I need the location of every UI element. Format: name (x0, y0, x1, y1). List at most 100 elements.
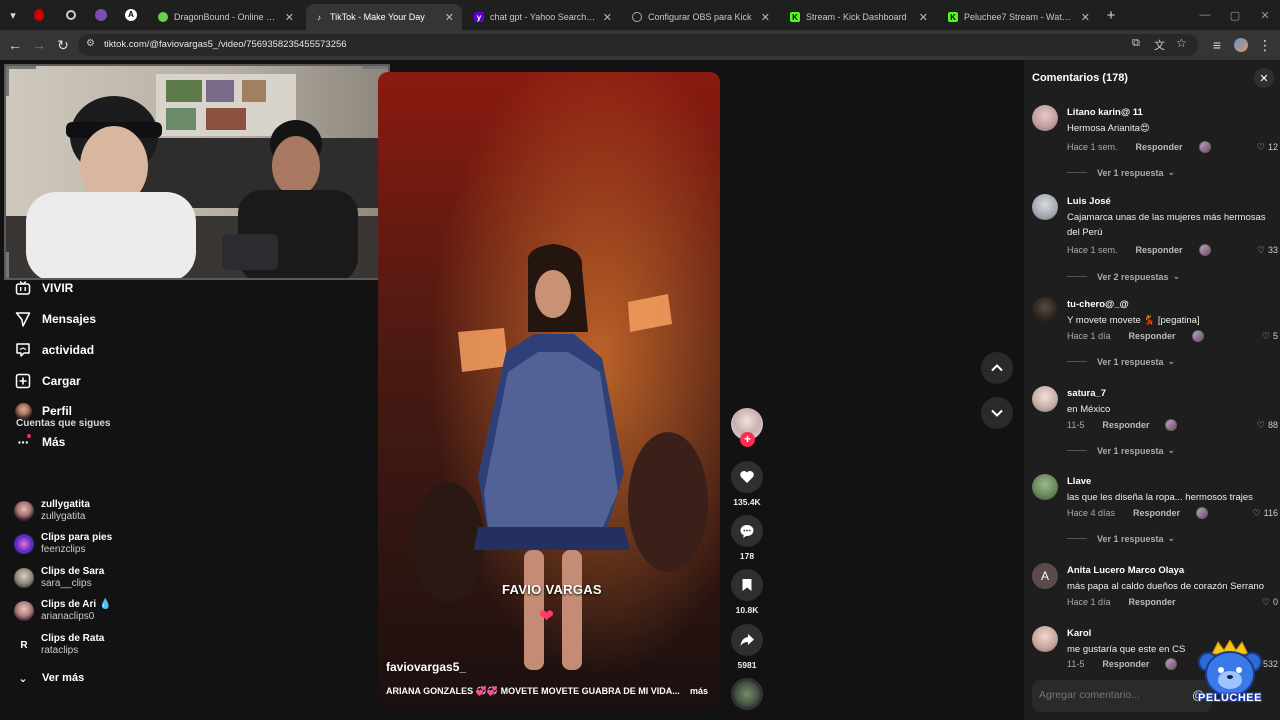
creator-avatar-button[interactable]: + (731, 408, 763, 447)
close-tab-icon[interactable]: ✕ (603, 11, 612, 24)
music-disc-button[interactable] (731, 678, 763, 710)
comment-username[interactable]: Luis José (1067, 196, 1111, 207)
close-tab-icon[interactable]: ✕ (1081, 11, 1090, 24)
comment-input-box[interactable]: @ (1032, 680, 1212, 712)
following-account[interactable]: zullygatita zullygatita (14, 497, 154, 525)
reply-button[interactable]: Responder (1133, 508, 1180, 518)
reply-button[interactable]: Responder (1129, 331, 1176, 341)
view-replies-button[interactable]: Ver 2 respuestas ⌄ (1067, 271, 1180, 282)
sidebar-item-messages[interactable]: Mensajes (14, 308, 96, 330)
tab-search-icon[interactable]: ▾ (4, 6, 22, 24)
caption-more-link[interactable]: más (690, 686, 708, 696)
comment-like-button[interactable]: ♡ 5 (1259, 331, 1278, 342)
avatar[interactable] (1032, 297, 1058, 323)
avatar[interactable] (1032, 105, 1058, 131)
avatar[interactable] (1032, 474, 1058, 500)
view-replies-button[interactable]: Ver 1 respuesta ⌄ (1067, 533, 1175, 544)
avatar[interactable] (1032, 626, 1058, 652)
save-button[interactable]: 10.8K (731, 569, 763, 615)
comment-input[interactable] (1039, 689, 1189, 701)
comment-like-button[interactable]: ♡ 88 (1254, 420, 1278, 431)
forward-icon[interactable]: → (30, 36, 48, 54)
sidebar-item-upload[interactable]: Cargar (14, 370, 81, 392)
reply-button[interactable]: Responder (1102, 659, 1149, 669)
profile-avatar-icon[interactable] (1232, 36, 1250, 54)
close-tab-icon[interactable]: ✕ (761, 11, 770, 24)
comment-username[interactable]: tu-chero@_@ (1067, 299, 1129, 310)
browser-tab-active[interactable]: ♪ TikTok - Make Your Day ✕ (306, 4, 462, 30)
following-account[interactable]: Clips de Sara sara__clips (14, 564, 154, 592)
reply-button[interactable]: Responder (1129, 597, 1176, 607)
like-button[interactable]: 135.4K (731, 461, 763, 507)
comment-username[interactable]: satura_7 (1067, 388, 1106, 399)
avatar[interactable]: A (1032, 563, 1058, 589)
browser-tab-bar: ▾ A DragonBound - Online Multipl ✕ ♪ Tik… (0, 0, 1280, 30)
comment-like-button[interactable]: ♡ 0 (1259, 597, 1278, 608)
sidebar-item-more[interactable]: ··· Más (14, 431, 65, 453)
view-replies-button[interactable]: Ver 1 respuesta ⌄ (1067, 167, 1175, 178)
more-icon: ··· (14, 433, 32, 451)
comment-like-button[interactable]: ♡ 116 (1250, 508, 1278, 519)
reply-button[interactable]: Responder (1136, 245, 1183, 255)
address-bar[interactable]: ⚙ tiktok.com/@faviovargas5_/video/756935… (78, 34, 1198, 56)
comment-username[interactable]: Anita Lucero Marco Olaya (1067, 565, 1184, 576)
video-caption: ARIANA GONZALES 💞💞 MOVETE MOVETE GUABRA … (386, 686, 680, 696)
sidebar-item-activity[interactable]: actividad (14, 339, 94, 361)
next-video-button[interactable] (981, 397, 1013, 429)
following-account[interactable]: Clips de Ari 💧 arianaclips0 (14, 597, 154, 625)
follow-plus-icon[interactable]: + (740, 432, 755, 447)
previous-video-button[interactable] (981, 352, 1013, 384)
following-account[interactable]: R Clips de Rata rataclips (14, 631, 154, 659)
comment-username[interactable]: Litano karin@ 11 (1067, 107, 1143, 118)
comment-username[interactable]: Llave (1067, 476, 1091, 487)
pinned-tab-settings-icon[interactable] (62, 6, 80, 24)
browser-tab[interactable]: y chat gpt - Yahoo Search Tus re ✕ (466, 4, 620, 30)
comments-panel: Comentarios (178) ✕ Litano karin@ 11 Her… (1024, 60, 1280, 720)
video-player[interactable]: FAVIO VARGAS ❤ faviovargas5_ ARIANA GONZ… (378, 72, 720, 708)
maximize-icon[interactable]: ▢ (1226, 6, 1244, 24)
avatar[interactable] (1032, 194, 1058, 220)
webcam-overlay (4, 64, 390, 280)
comment-username[interactable]: Karol (1067, 628, 1091, 639)
browser-tab[interactable]: DragonBound - Online Multipl ✕ (150, 4, 302, 30)
reply-button[interactable]: Responder (1102, 420, 1149, 430)
pinned-tab-a-icon[interactable]: A (122, 6, 140, 24)
reply-button[interactable]: Responder (1136, 142, 1183, 152)
following-account[interactable]: Clips para pies feenzclips (14, 530, 154, 558)
new-tab-icon[interactable]: + (1102, 6, 1120, 24)
reload-icon[interactable]: ↻ (54, 36, 72, 54)
comment-button[interactable]: 178 (731, 515, 763, 561)
video-author[interactable]: faviovargas5_ (386, 660, 466, 674)
back-icon[interactable]: ← (6, 36, 24, 54)
close-comments-button[interactable]: ✕ (1254, 68, 1274, 88)
install-app-icon[interactable]: ⧉ (1132, 37, 1140, 50)
browser-menu-icon[interactable]: ⋮ (1256, 36, 1274, 54)
minimize-icon[interactable]: — (1196, 6, 1214, 24)
comment-like-button[interactable]: ♡ 12 (1254, 142, 1278, 153)
pinned-tab-purple-icon[interactable] (92, 6, 110, 24)
chevron-down-icon: ⌄ (1172, 271, 1181, 281)
close-tab-icon[interactable]: ✕ (919, 11, 928, 24)
translate-icon[interactable]: 文 (1154, 37, 1165, 53)
bookmark-star-icon[interactable]: ☆ (1176, 36, 1187, 50)
share-button[interactable]: 5981 (731, 624, 763, 670)
reading-list-icon[interactable]: ≡ (1208, 36, 1226, 54)
divider (1067, 361, 1087, 362)
close-tab-icon[interactable]: ✕ (445, 11, 454, 24)
view-replies-button[interactable]: Ver 1 respuesta ⌄ (1067, 445, 1175, 456)
creator-liked-avatar (1191, 330, 1204, 342)
site-info-icon[interactable]: ⚙ (86, 38, 95, 49)
browser-tab[interactable]: K Peluchee7 Stream - Watch Live ✕ (940, 4, 1098, 30)
window-close-icon[interactable]: ✕ (1256, 6, 1274, 24)
comment-like-button[interactable]: ♡ 33 (1254, 245, 1278, 256)
sidebar-item-live[interactable]: VIVIR (14, 277, 73, 299)
stream-logo: PELUCHEE (1190, 639, 1270, 718)
browser-tab[interactable]: Configurar OBS para Kick ✕ (624, 4, 778, 30)
view-replies-button[interactable]: Ver 1 respuesta ⌄ (1067, 356, 1175, 367)
browser-tab[interactable]: K Stream - Kick Dashboard ✕ (782, 4, 936, 30)
pinned-tab-youtube-icon[interactable] (30, 6, 48, 24)
close-tab-icon[interactable]: ✕ (285, 11, 294, 24)
comment-meta: Hace 4 días Responder ♡ 116 (1067, 507, 1278, 519)
avatar[interactable] (1032, 386, 1058, 412)
see-more-button[interactable]: ⌄ Ver más (14, 667, 84, 689)
